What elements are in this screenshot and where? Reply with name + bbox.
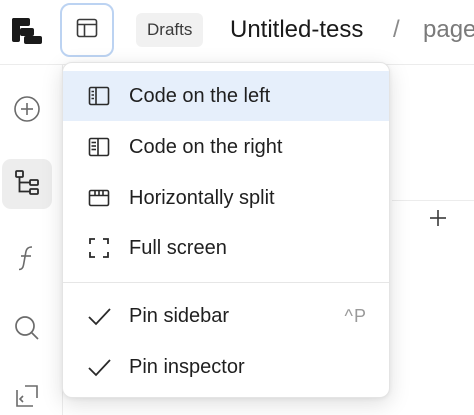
full-screen-icon bbox=[87, 236, 111, 260]
top-bar: Drafts Untitled-tess / page bbox=[0, 0, 474, 65]
function-icon bbox=[13, 243, 41, 278]
menu-item-horizontal-split[interactable]: Horizontally split bbox=[63, 173, 389, 223]
checkmark-icon bbox=[87, 304, 111, 328]
menu-item-code-right[interactable]: Code on the right bbox=[63, 122, 389, 172]
rail-function-button[interactable] bbox=[2, 235, 52, 285]
code-insert-icon bbox=[13, 382, 41, 415]
app-logo-icon[interactable] bbox=[10, 12, 46, 48]
menu-item-label: Pin sidebar bbox=[129, 305, 230, 327]
workspace-badge[interactable]: Drafts bbox=[136, 13, 204, 47]
app-window: Drafts Untitled-tess / page Code on the … bbox=[0, 0, 474, 415]
checkmark-icon bbox=[87, 355, 111, 379]
rail-search-button[interactable] bbox=[2, 305, 52, 355]
layout-panels-icon bbox=[75, 16, 99, 45]
rail-add-button[interactable] bbox=[2, 86, 52, 136]
tree-structure-icon bbox=[13, 168, 41, 201]
panel-divider bbox=[392, 200, 474, 201]
menu-item-label: Pin inspector bbox=[129, 356, 245, 378]
left-rail bbox=[0, 65, 63, 415]
menu-item-label: Code on the left bbox=[129, 85, 271, 107]
code-left-layout-icon bbox=[87, 84, 111, 108]
menu-item-label: Code on the right bbox=[129, 136, 283, 158]
breadcrumb-page[interactable]: page bbox=[423, 14, 474, 46]
menu-item-pin-inspector[interactable]: Pin inspector bbox=[63, 342, 389, 392]
menu-item-label: Full screen bbox=[129, 237, 227, 259]
file-title[interactable]: Untitled-tess bbox=[230, 14, 363, 46]
add-button[interactable] bbox=[424, 206, 452, 234]
search-icon bbox=[12, 313, 42, 348]
menu-item-pin-sidebar[interactable]: Pin sidebar ^P bbox=[63, 291, 389, 341]
code-right-layout-icon bbox=[87, 135, 111, 159]
layout-menu: Code on the left Code on the right Horiz… bbox=[62, 62, 390, 398]
menu-item-full-screen[interactable]: Full screen bbox=[63, 223, 389, 273]
horizontal-split-layout-icon bbox=[87, 186, 111, 210]
breadcrumb-separator: / bbox=[393, 16, 400, 43]
menu-separator bbox=[63, 282, 389, 283]
menu-item-label: Horizontally split bbox=[129, 187, 275, 209]
keyboard-shortcut: ^P bbox=[344, 306, 367, 326]
plus-circle-icon bbox=[12, 94, 42, 129]
rail-code-button[interactable] bbox=[2, 373, 52, 415]
plus-icon bbox=[428, 208, 448, 233]
layout-toggle-button[interactable] bbox=[60, 3, 114, 57]
menu-item-code-left[interactable]: Code on the left bbox=[63, 71, 389, 121]
rail-layers-button[interactable] bbox=[2, 159, 52, 209]
